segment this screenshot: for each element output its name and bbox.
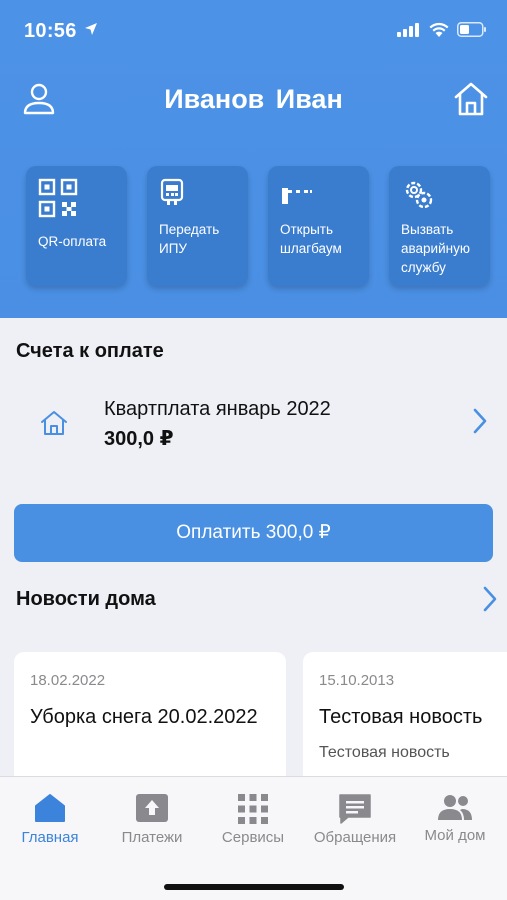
wifi-icon	[429, 22, 449, 37]
bills-section-title: Счета к оплате	[16, 340, 164, 362]
top-bar: Иванов Иван	[0, 70, 507, 130]
pay-button[interactable]: Оплатить 300,0 ₽	[14, 504, 493, 562]
news-card[interactable]: 18.02.2022 Уборка снега 20.02.2022	[14, 652, 286, 776]
open-barrier-label: Открыть шлагбаум	[280, 222, 342, 256]
news-title: Тестовая новость	[319, 706, 483, 728]
tab-label: Платежи	[121, 829, 183, 846]
submit-meter-label: Передать ИПУ	[159, 222, 220, 256]
news-date: 18.02.2022	[30, 672, 106, 689]
chevron-right-icon	[473, 408, 487, 434]
home-icon[interactable]	[453, 80, 489, 118]
meter-icon	[160, 178, 184, 205]
news-card[interactable]: 15.10.2013 Тестовая новость Тестовая нов…	[303, 652, 507, 776]
quick-actions: QR-оплата Передать ИПУ Открыть шлагбаум …	[24, 166, 490, 288]
home-icon	[35, 794, 65, 822]
open-barrier-button[interactable]: Открыть шлагбаум	[268, 166, 369, 286]
tab-label: Главная	[21, 829, 79, 846]
user-name: Иванов Иван	[164, 84, 343, 114]
bill-item[interactable]: Квартплата январь 2022 300,0 ₽	[0, 380, 507, 470]
header: 10:56 Иванов Иван QR-оплата Передать ИПУ…	[0, 0, 507, 318]
tab-label: Сервисы	[221, 829, 285, 846]
bill-amount: 300,0 ₽	[104, 428, 174, 450]
emergency-service-button[interactable]: Вызвать аварийную службу	[389, 166, 490, 286]
home-icon	[41, 411, 67, 435]
news-section-title: Новости дома	[16, 588, 156, 610]
qr-payment-button[interactable]: QR-оплата	[26, 166, 127, 286]
signal-icon	[397, 22, 419, 37]
chat-icon	[339, 794, 371, 824]
battery-icon	[457, 22, 486, 37]
tab-label: Мой дом	[424, 827, 486, 844]
tab-requests[interactable]: Обращения	[305, 787, 405, 857]
tab-my-home[interactable]: Мой дом	[405, 787, 505, 857]
qr-payment-label: QR-оплата	[38, 234, 107, 249]
home-indicator[interactable]	[164, 884, 344, 890]
barrier-icon	[282, 188, 312, 204]
tab-bar: Главная Платежи Сервисы Обращения Мой до…	[0, 776, 507, 900]
grid-icon	[238, 794, 268, 824]
news-date: 15.10.2013	[319, 672, 395, 689]
bill-name: Квартплата январь 2022	[104, 398, 331, 420]
news-title: Уборка снега 20.02.2022	[30, 706, 258, 728]
tab-label: Обращения	[313, 829, 397, 846]
qr-code-icon	[38, 178, 78, 218]
status-indicators	[397, 22, 487, 37]
location-arrow-icon	[85, 23, 97, 35]
emergency-service-label: Вызвать аварийную службу	[401, 222, 470, 275]
news-more-chevron-icon[interactable]	[482, 586, 498, 612]
upload-box-icon	[136, 794, 168, 822]
tab-services[interactable]: Сервисы	[203, 787, 303, 857]
news-text: Тестовая новость	[319, 744, 450, 761]
status-time: 10:56	[24, 20, 77, 42]
submit-meter-button[interactable]: Передать ИПУ	[147, 166, 248, 286]
status-bar: 10:56	[0, 0, 507, 60]
people-icon	[438, 795, 472, 820]
tab-home[interactable]: Главная	[0, 787, 100, 857]
emergency-gear-icon	[405, 181, 433, 209]
tab-payments[interactable]: Платежи	[102, 787, 202, 857]
